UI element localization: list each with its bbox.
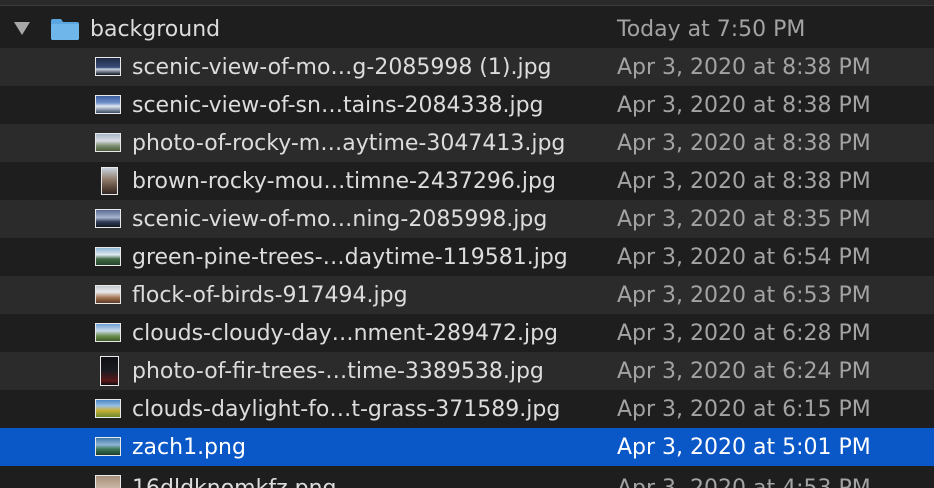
folder-name: background <box>90 16 221 42</box>
file-row[interactable]: photo-of-rocky-m…aytime-3047413.jpg Apr … <box>0 124 934 162</box>
file-row[interactable]: clouds-daylight-fo…t-grass-371589.jpg Ap… <box>0 390 934 428</box>
column-divider <box>0 0 934 6</box>
file-date-modified: Apr 3, 2020 at 6:54 PM <box>617 244 871 270</box>
file-row[interactable]: scenic-view-of-mo…ning-2085998.jpg Apr 3… <box>0 200 934 238</box>
file-name: scenic-view-of-mo…g-2085998 (1).jpg <box>132 54 552 80</box>
file-row[interactable]: 16dldknomkfz.png Apr 3, 2020 at 4:53 PM <box>0 466 934 488</box>
file-date-modified: Apr 3, 2020 at 6:15 PM <box>617 396 871 422</box>
file-date-modified: Apr 3, 2020 at 5:01 PM <box>617 434 871 460</box>
image-thumbnail-icon <box>95 399 121 418</box>
image-thumbnail-icon <box>95 323 121 342</box>
file-date-modified: Apr 3, 2020 at 8:38 PM <box>617 92 871 118</box>
file-list: background Today at 7:50 PM scenic-view-… <box>0 10 934 488</box>
file-date-modified: Apr 3, 2020 at 4:53 PM <box>617 476 871 488</box>
image-thumbnail-icon <box>95 247 121 266</box>
file-name: photo-of-rocky-m…aytime-3047413.jpg <box>132 130 566 156</box>
file-name: scenic-view-of-mo…ning-2085998.jpg <box>132 206 548 232</box>
file-name: zach1.png <box>132 434 246 460</box>
image-thumbnail-icon <box>95 475 121 488</box>
file-name: flock-of-birds-917494.jpg <box>132 282 408 308</box>
image-thumbnail-icon <box>95 57 121 76</box>
file-name: green-pine-trees-…daytime-119581.jpg <box>132 244 568 270</box>
file-name: photo-of-fir-trees-…time-3389538.jpg <box>132 358 544 384</box>
image-thumbnail-icon <box>95 95 121 114</box>
file-date-modified: Apr 3, 2020 at 8:38 PM <box>617 130 871 156</box>
image-thumbnail-icon <box>95 285 121 304</box>
file-row[interactable]: flock-of-birds-917494.jpg Apr 3, 2020 at… <box>0 276 934 314</box>
folder-date-modified: Today at 7:50 PM <box>617 16 806 42</box>
file-name: brown-rocky-mou…timne-2437296.jpg <box>132 168 556 194</box>
file-name: 16dldknomkfz.png <box>132 476 337 488</box>
file-date-modified: Apr 3, 2020 at 8:38 PM <box>617 54 871 80</box>
file-row[interactable]: green-pine-trees-…daytime-119581.jpg Apr… <box>0 238 934 276</box>
disclosure-triangle-icon[interactable] <box>14 22 30 35</box>
file-date-modified: Apr 3, 2020 at 8:35 PM <box>617 206 871 232</box>
file-name: scenic-view-of-sn…tains-2084338.jpg <box>132 92 544 118</box>
file-name: clouds-daylight-fo…t-grass-371589.jpg <box>132 396 561 422</box>
file-row-selected[interactable]: zach1.png Apr 3, 2020 at 5:01 PM <box>0 428 934 466</box>
file-row[interactable]: clouds-cloudy-day…nment-289472.jpg Apr 3… <box>0 314 934 352</box>
file-row[interactable]: brown-rocky-mou…timne-2437296.jpg Apr 3,… <box>0 162 934 200</box>
image-thumbnail-icon <box>100 356 119 386</box>
file-date-modified: Apr 3, 2020 at 6:53 PM <box>617 282 871 308</box>
file-date-modified: Apr 3, 2020 at 6:24 PM <box>617 358 871 384</box>
folder-row-background[interactable]: background Today at 7:50 PM <box>0 10 934 48</box>
image-thumbnail-icon <box>95 133 121 152</box>
image-thumbnail-icon <box>95 209 121 228</box>
image-thumbnail-icon <box>95 437 121 456</box>
file-row[interactable]: scenic-view-of-mo…g-2085998 (1).jpg Apr … <box>0 48 934 86</box>
file-date-modified: Apr 3, 2020 at 8:38 PM <box>617 168 871 194</box>
image-thumbnail-icon <box>101 167 118 195</box>
folder-icon <box>51 19 79 40</box>
file-row[interactable]: photo-of-fir-trees-…time-3389538.jpg Apr… <box>0 352 934 390</box>
file-row[interactable]: scenic-view-of-sn…tains-2084338.jpg Apr … <box>0 86 934 124</box>
file-date-modified: Apr 3, 2020 at 6:28 PM <box>617 320 871 346</box>
file-name: clouds-cloudy-day…nment-289472.jpg <box>132 320 559 346</box>
